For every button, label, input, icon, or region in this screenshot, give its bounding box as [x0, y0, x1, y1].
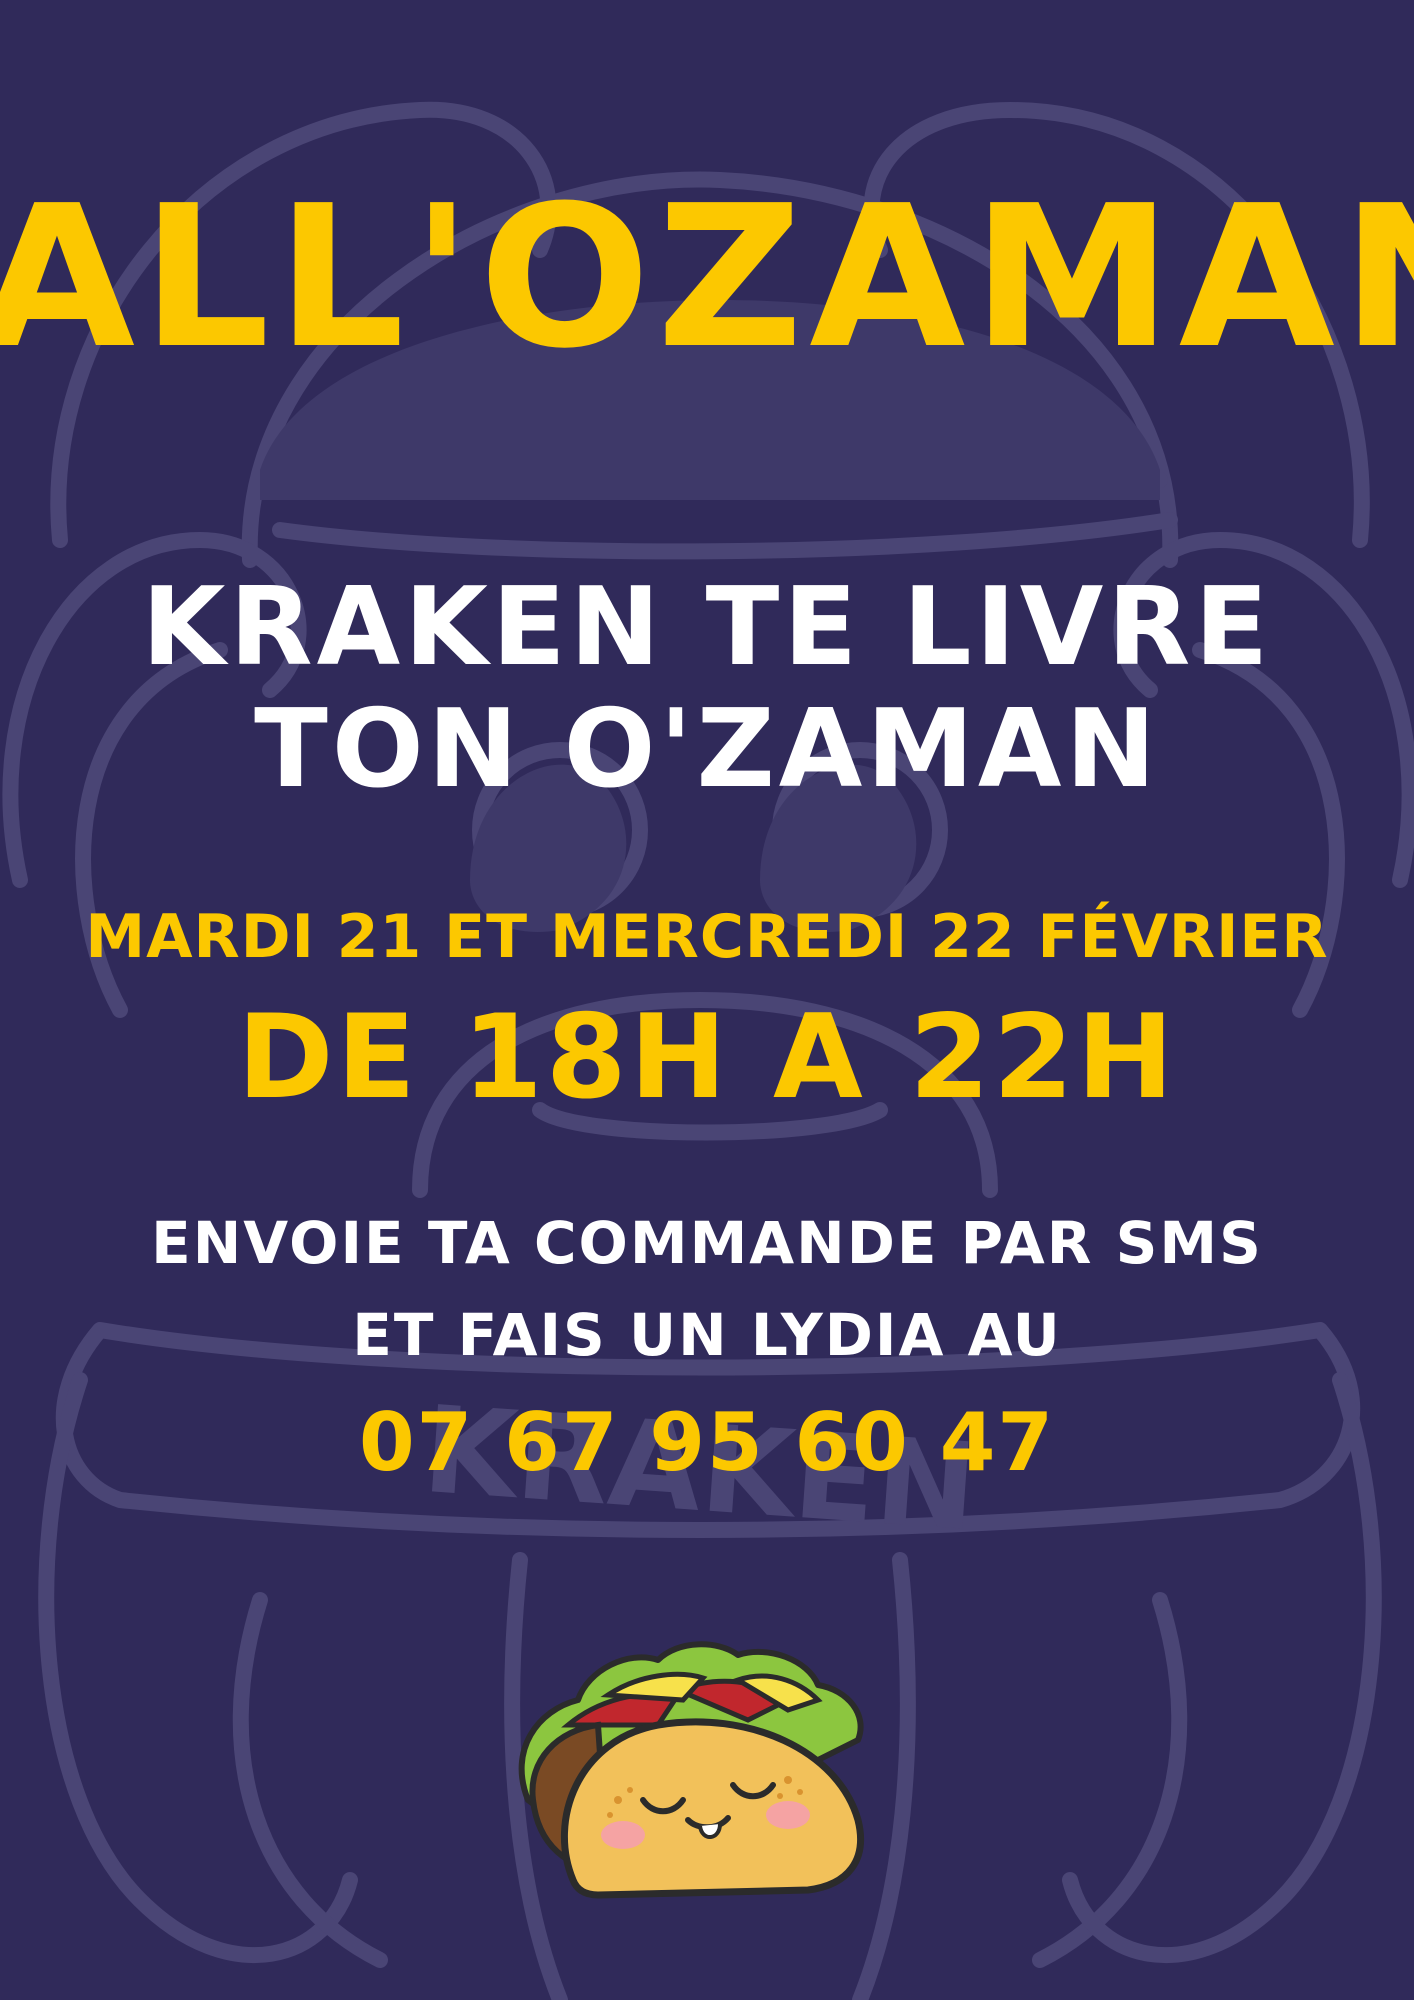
- event-dates: MARDI 21 ET MERCREDI 22 FÉVRIER: [85, 902, 1329, 972]
- subtitle-line-2: TON O'ZAMAN: [254, 687, 1160, 812]
- smiling-taco-icon: [518, 1641, 865, 1899]
- poster: KRAKEN ALL'OZAMAN KRAKEN TE LIVRE TON O'…: [0, 0, 1414, 2000]
- subtitle-line-1: KRAKEN TE LIVRE: [141, 565, 1273, 690]
- event-hours: DE 18H A 22H: [237, 990, 1177, 1125]
- phone-number: 07 67 95 60 47: [358, 1396, 1056, 1489]
- order-instruction-line-1: ENVOIE TA COMMANDE PAR SMS: [151, 1209, 1263, 1277]
- order-instruction-line-2: ET FAIS UN LYDIA AU: [352, 1301, 1062, 1369]
- poster-title: ALL'OZAMAN: [0, 164, 1414, 392]
